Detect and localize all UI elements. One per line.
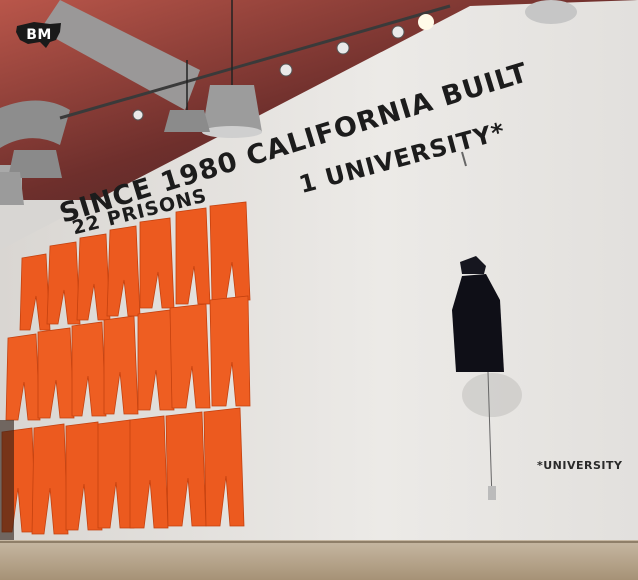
floor	[0, 540, 638, 580]
ceiling-lamp	[525, 0, 577, 24]
logo-text: BM	[26, 27, 52, 43]
pendant-lamp	[202, 85, 262, 132]
bm-logo: BM	[14, 20, 64, 50]
pendant-lamp-2	[164, 110, 210, 132]
photo-scene: BM SINCE 1980 CALIFORNIA BUILT 22 PRISON…	[0, 0, 638, 580]
spotlight	[418, 14, 434, 30]
gallery-backdrop	[0, 0, 638, 580]
university-footnote: *UNIVERSITY	[537, 459, 623, 472]
